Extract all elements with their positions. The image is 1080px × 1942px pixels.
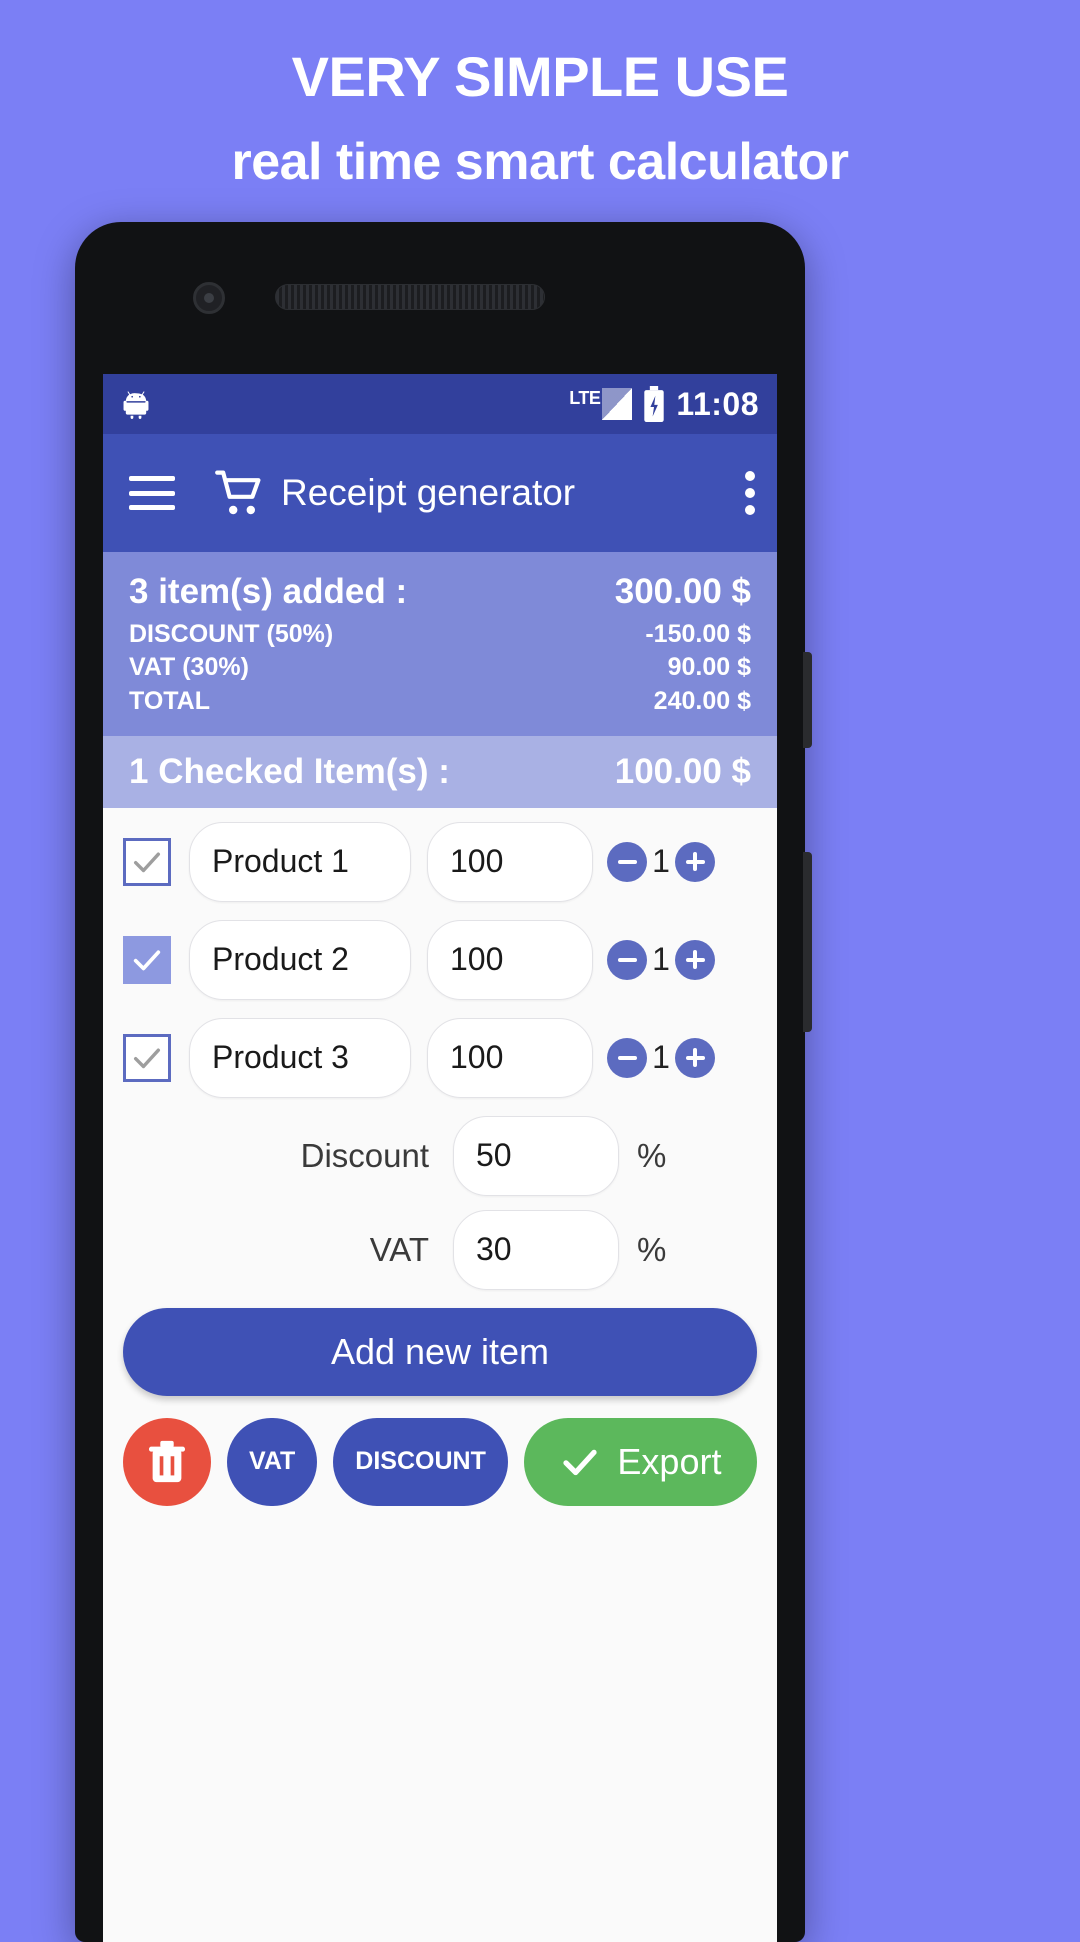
summary-header-row: 3 item(s) added : 300.00 $ [129,572,751,612]
quantity-stepper: 1 [607,841,715,882]
increment-button[interactable] [675,841,715,882]
discount-rate-unit: % [637,1136,667,1174]
item-name-value: Product 3 [212,1039,349,1076]
discount-value: -150.00 $ [645,620,751,648]
item-name-value: Product 1 [212,843,349,880]
vat-label: VAT (30%) [129,653,249,682]
promo-subheadline: real time smart calculator [231,132,849,191]
checked-items-value: 100.00 $ [614,751,751,791]
item-checkbox[interactable] [123,935,171,984]
item-name-value: Product 2 [212,941,349,978]
vat-rate-value: 30 [476,1231,512,1268]
vat-value: 90.00 $ [667,653,751,682]
network-indicator: LTE [569,388,633,420]
delete-button[interactable] [123,1417,211,1506]
export-button[interactable]: Export [523,1417,757,1506]
vat-rate-unit: % [637,1230,667,1268]
total-value: 240.00 $ [653,686,751,715]
phone-top-bezel [75,222,805,380]
total-label: TOTAL [129,686,211,715]
shopping-cart-icon [215,470,261,515]
promo-banner: VERY SIMPLE USE real time smart calculat… [0,0,1080,189]
hamburger-menu-icon[interactable] [129,476,175,510]
checked-items-bar: 1 Checked Item(s) : 100.00 $ [103,735,777,808]
check-icon [133,1048,161,1068]
item-price-value: 100 [450,843,504,880]
decrement-button[interactable] [607,841,647,882]
item-price-field[interactable]: 100 [427,919,593,1000]
discount-rate-field[interactable]: 50 [453,1115,619,1196]
summary-row-total: TOTAL 240.00 $ [129,685,751,718]
item-price-field[interactable]: 100 [427,1017,593,1098]
power-button[interactable] [803,652,812,748]
network-label: LTE [569,388,601,408]
items-added-value: 300.00 $ [614,572,751,611]
phone-screen: LTE 11:08 Receipt generator 3 item(s) ad… [103,374,777,1942]
promo-headline: VERY SIMPLE USE [291,45,789,108]
item-price-value: 100 [450,941,504,978]
list-item: Product 2 100 1 [123,919,757,1000]
status-bar-right: LTE 11:08 [569,386,759,423]
summary-row-discount: DISCOUNT (50%) -150.00 $ [129,618,751,651]
list-item: Product 3 100 1 [123,1017,757,1098]
item-name-field[interactable]: Product 2 [189,919,411,1000]
vat-rate-row: VAT 30 % [123,1209,757,1290]
discount-button-label: DISCOUNT [355,1447,486,1476]
kebab-menu-icon[interactable] [745,471,755,515]
check-icon [133,852,161,872]
decrement-button[interactable] [607,939,647,980]
export-button-label: Export [617,1440,722,1482]
check-icon [133,950,161,971]
trash-icon [148,1440,186,1482]
action-bar: VAT DISCOUNT Export [103,1396,777,1506]
summary-row-vat: VAT (30%) 90.00 $ [129,651,751,684]
summary-panel: 3 item(s) added : 300.00 $ DISCOUNT (50%… [103,552,777,736]
quantity-stepper: 1 [607,1037,715,1078]
item-price-value: 100 [450,1039,504,1076]
discount-rate-label: Discount [300,1136,429,1174]
decrement-button[interactable] [607,1037,647,1078]
items-added-label: 3 item(s) added : [129,572,408,611]
phone-mockup: LTE 11:08 Receipt generator 3 item(s) ad… [75,222,812,1942]
item-name-field[interactable]: Product 1 [189,821,411,902]
item-list: Product 1 100 1 Product 2 100 1 Product … [103,808,777,1290]
quantity-stepper: 1 [607,939,715,980]
checked-items-label: 1 Checked Item(s) : [129,751,450,791]
quantity-value: 1 [652,1039,670,1076]
vat-button-label: VAT [249,1447,296,1476]
volume-button[interactable] [803,852,812,1032]
discount-rate-row: Discount 50 % [123,1115,757,1196]
add-new-item-label: Add new item [330,1330,550,1372]
discount-rate-value: 50 [476,1137,512,1174]
item-price-field[interactable]: 100 [427,821,593,902]
discount-label: DISCOUNT (50%) [129,620,334,648]
quantity-value: 1 [652,941,670,978]
add-new-item-button[interactable]: Add new item [123,1307,757,1396]
vat-rate-label: VAT [369,1230,429,1268]
check-icon [563,1449,598,1475]
status-bar: LTE 11:08 [103,374,777,434]
earpiece-speaker [275,284,545,310]
increment-button[interactable] [675,939,715,980]
android-robot-icon [123,391,149,419]
clock-label: 11:08 [676,385,759,422]
quantity-value: 1 [652,843,670,880]
item-name-field[interactable]: Product 3 [189,1017,411,1098]
discount-button[interactable]: DISCOUNT [333,1417,508,1506]
front-camera-icon [193,282,225,314]
list-item: Product 1 100 1 [123,821,757,902]
vat-rate-field[interactable]: 30 [453,1209,619,1290]
vat-button[interactable]: VAT [227,1417,318,1506]
battery-charging-icon [644,386,665,422]
signal-strength-icon [602,388,633,420]
increment-button[interactable] [675,1037,715,1078]
status-bar-left [119,387,153,421]
page-title: Receipt generator [281,472,576,513]
app-bar: Receipt generator [103,434,777,552]
item-checkbox[interactable] [123,1033,171,1082]
item-checkbox[interactable] [123,837,171,886]
